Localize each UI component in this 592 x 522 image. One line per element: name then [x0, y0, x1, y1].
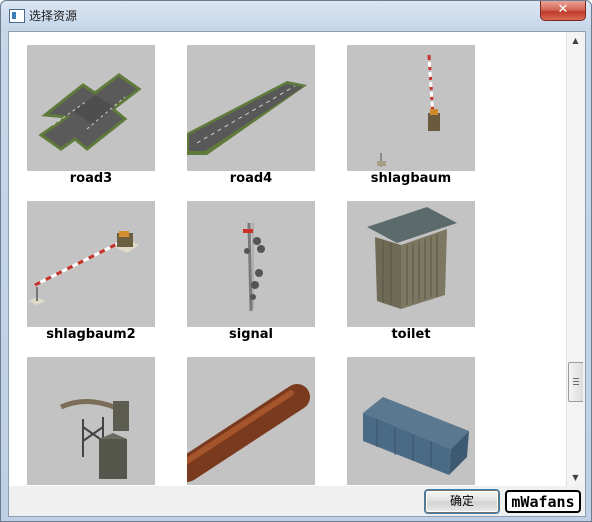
log-pole-icon [187, 357, 315, 485]
asset-label: road3 [17, 171, 165, 187]
asset-label: toilet [337, 327, 485, 343]
close-button[interactable]: ✕ [540, 1, 586, 21]
asset-label: shlagbaum2 [17, 327, 165, 343]
vertical-scrollbar[interactable]: ▲ ▼ [566, 32, 583, 486]
dialog-body: road3 road4 shlagbaum shlagbaum2 signal … [8, 31, 586, 517]
watermark-logo: mWafans [505, 490, 581, 513]
asset-label: road4 [177, 171, 325, 187]
scroll-down-arrow-icon[interactable]: ▼ [567, 469, 583, 486]
scroll-up-arrow-icon[interactable]: ▲ [567, 32, 583, 49]
signal-mast-icon [187, 201, 315, 329]
road-strip-icon [187, 45, 315, 173]
water-crane-icon [27, 357, 155, 485]
toilet-booth-icon [347, 201, 475, 329]
barrier-lowered-icon [27, 201, 155, 329]
scroll-thumb[interactable] [568, 362, 583, 402]
asset-label: shlagbaum [337, 171, 485, 187]
ok-button[interactable]: 确定 [425, 490, 499, 513]
asset-list[interactable]: road3 road4 shlagbaum shlagbaum2 signal … [9, 32, 583, 486]
window-icon [9, 9, 25, 23]
asset-label: signal [177, 327, 325, 343]
wagon-icon [347, 357, 475, 485]
crossroad-icon [27, 45, 155, 173]
title-bar[interactable]: 选择资源 ✕ [1, 1, 591, 31]
resource-dialog: 选择资源 ✕ road3 road4 shlagbaum shlagbaum2 … [0, 0, 592, 522]
barrier-icon [347, 45, 475, 173]
window-title: 选择资源 [29, 9, 78, 23]
